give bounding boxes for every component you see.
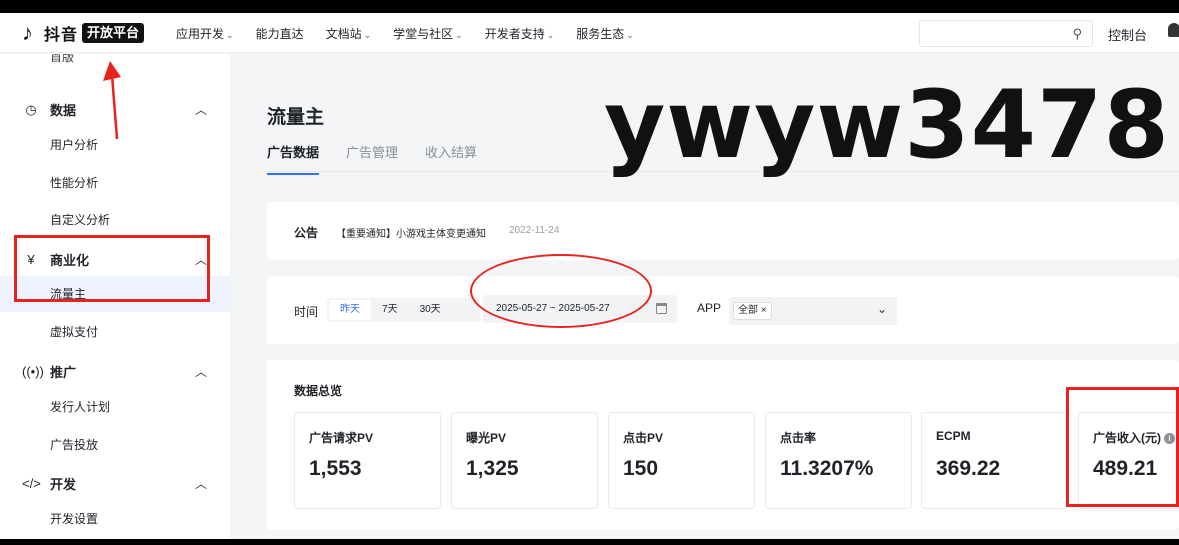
top-navbar: ♪ 抖音 开放平台 应用开发 ⌄ 能力直达 文档站 ⌄ 学堂与社区 ⌄ 开发者支持 ⌄ … (0, 13, 1179, 53)
overview-title: 数据总览 (294, 384, 343, 398)
chevron-down-icon: ⌄ (226, 30, 234, 40)
douyin-logo[interactable]: ♪ 抖音 开放平台 (22, 20, 145, 45)
chevron-down-icon[interactable]: ⌄ (877, 302, 887, 316)
page-title: 流量主 (267, 107, 325, 128)
chevron-up-icon: ︿ (194, 365, 207, 379)
bell-icon[interactable] (1168, 23, 1179, 37)
chevron-down-icon: ⌄ (363, 30, 372, 40)
broadcast-icon: ((•)) (22, 364, 44, 379)
stat-label: 广告请求PV (309, 431, 374, 445)
logo-text: 抖音 (44, 27, 79, 44)
sidebar-group-develop[interactable]: </> 开发 ︿ (22, 474, 212, 493)
tiktok-note-icon: ♪ (22, 20, 33, 45)
sidebar-group-promotion[interactable]: ((•)) 推广 ︿ (22, 362, 212, 381)
stat-card-impression-pv: 曝光PV 1,325 (451, 412, 598, 509)
chevron-up-icon: ︿ (194, 477, 207, 491)
stat-value: 369.22 (936, 457, 1001, 480)
nav-item-docs[interactable]: 文档站 ⌄ (326, 25, 372, 42)
chevron-down-icon: ⌄ (626, 30, 634, 40)
search-input[interactable]: ⚲ (919, 20, 1093, 47)
nav-item-academy[interactable]: 学堂与社区 ⌄ (393, 25, 463, 42)
nav-item-app-dev[interactable]: 应用开发 ⌄ (176, 25, 234, 42)
app-select[interactable]: 全部 × ⌄ (729, 297, 897, 325)
watermark-text: ywyw3478 (604, 71, 1170, 180)
search-icon[interactable]: ⚲ (1072, 26, 1082, 42)
stat-card-click-pv: 点击PV 150 (608, 412, 755, 509)
time-option-30d[interactable]: 30天 (409, 300, 452, 320)
chevron-down-icon: ⌄ (455, 30, 463, 40)
stat-value: 11.3207% (780, 457, 874, 480)
notice-card: 公告 【重要通知】小游戏主体变更通知 2022-11-24 (267, 202, 1179, 260)
time-option-7d[interactable]: 7天 (371, 300, 409, 320)
logo-badge: 开放平台 (82, 23, 145, 43)
nav-item-capabilities[interactable]: 能力直达 (256, 25, 304, 42)
sidebar-item-dev-settings[interactable]: 开发设置 (0, 501, 230, 537)
sidebar-item-virtual-payment[interactable]: 虚拟支付 (0, 314, 230, 350)
annotation-box-ad-revenue (1066, 387, 1179, 507)
notice-link[interactable]: 【重要通知】小游戏主体变更通知 (336, 225, 486, 240)
annotation-box-monetization (14, 235, 210, 302)
stat-label: ECPM (936, 429, 971, 443)
nav-menu: 应用开发 ⌄ 能力直达 文档站 ⌄ 学堂与社区 ⌄ 开发者支持 ⌄ 服务生态 ⌄ (176, 25, 656, 42)
time-label: 时间 (294, 305, 319, 319)
chevron-down-icon: ⌄ (546, 30, 555, 40)
stat-value: 1,553 (309, 457, 362, 480)
app-frame: ♪ 抖音 开放平台 应用开发 ⌄ 能力直达 文档站 ⌄ 学堂与社区 ⌄ 开发者支持 ⌄ … (0, 13, 1179, 539)
stat-card-ctr: 点击率 11.3207% (765, 412, 912, 509)
annotation-arrow (103, 61, 121, 140)
stat-label: 点击PV (623, 431, 664, 445)
stat-value: 1,325 (466, 457, 519, 480)
calendar-icon[interactable] (656, 303, 667, 314)
stat-value: 150 (623, 457, 659, 480)
stat-card-ad-request-pv: 广告请求PV 1,553 (294, 412, 441, 509)
time-range-selector: 昨天 7天 30天 (327, 298, 480, 322)
sidebar-item-ad-delivery[interactable]: 广告投放 (0, 427, 230, 463)
sidebar-item-custom-analysis[interactable]: 自定义分析 (0, 202, 230, 238)
sidebar-item-performance-analysis[interactable]: 性能分析 (0, 165, 230, 201)
stat-label: 曝光PV (466, 431, 507, 445)
stat-label: 点击率 (780, 431, 817, 445)
overview-card: 数据总览 广告请求PV 1,553 曝光PV 1,325 点击PV 150 点击… (267, 360, 1179, 530)
nav-item-ecosystem[interactable]: 服务生态 ⌄ (576, 25, 634, 42)
stat-card-ecpm: ECPM 369.22 (921, 412, 1068, 509)
filter-card: 时间 昨天 7天 30天 2025-05-27 ~ 2025-05-27 APP… (267, 276, 1179, 344)
bottom-bar (0, 539, 1179, 545)
app-tag-all[interactable]: 全部 × (733, 302, 772, 320)
sidebar-item-partial[interactable]: 首版 (50, 54, 74, 65)
console-link[interactable]: 控制台 (1108, 25, 1147, 44)
time-option-yesterday[interactable]: 昨天 (329, 300, 371, 320)
annotation-ellipse-date-range (470, 254, 652, 328)
nav-item-dev-support[interactable]: 开发者支持 ⌄ (485, 25, 555, 42)
notice-label: 公告 (294, 226, 319, 240)
chart-pie-icon: ◷ (25, 101, 37, 117)
chevron-up-icon: ︿ (194, 103, 207, 117)
app-label: APP (697, 301, 722, 315)
sidebar-item-publisher-plan[interactable]: 发行人计划 (0, 389, 230, 425)
notice-date: 2022-11-24 (509, 225, 560, 236)
code-icon: </> (22, 476, 41, 491)
